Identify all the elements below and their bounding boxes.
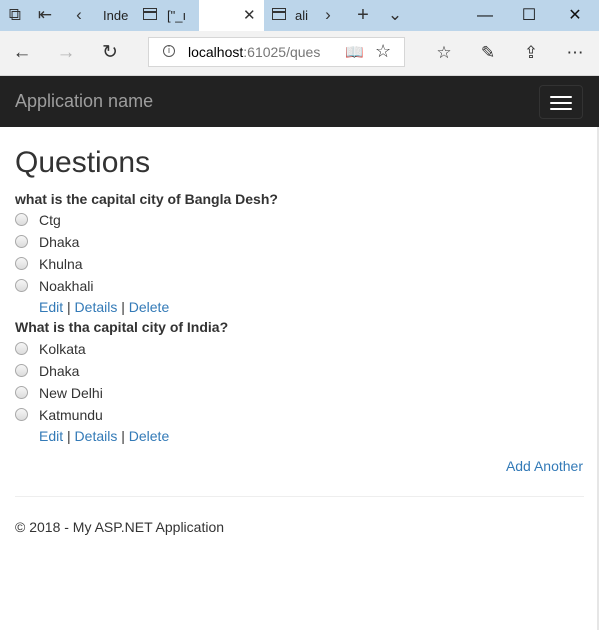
radio-button[interactable] — [15, 408, 28, 421]
tab-label: ["_ı — [167, 8, 187, 23]
radio-button[interactable] — [15, 235, 28, 248]
radio-button[interactable] — [15, 213, 28, 226]
option-label: New Delhi — [39, 385, 103, 401]
edit-link[interactable]: Edit — [39, 428, 63, 444]
scroll-tabs-left-icon[interactable]: ‹ — [68, 5, 90, 25]
scroll-tabs-right-icon[interactable]: › — [317, 5, 339, 25]
option-label: Noakhali — [39, 278, 94, 294]
question-actions: Edit | Details | Delete — [39, 428, 169, 444]
share-icon[interactable]: ⇪ — [518, 41, 544, 65]
link-separator: | — [121, 428, 125, 444]
browser-tab-strip: ⧉ ⇤ ‹ Inde ["_ı ✕ ali › + ⌄ — ☐ ✕ — [0, 0, 599, 31]
option-label: Khulna — [39, 256, 83, 272]
web-note-icon[interactable]: ✎ — [475, 41, 501, 65]
footer-text: © 2018 - My ASP.NET Application — [15, 519, 225, 535]
set-tabs-aside-icon[interactable]: ⇤ — [34, 5, 56, 25]
option-label: Ctg — [39, 212, 61, 228]
minimize-icon[interactable]: — — [463, 0, 507, 31]
site-info-icon[interactable]: i — [163, 45, 175, 57]
link-separator: | — [67, 299, 71, 315]
question-text: what is the capital city of Bangla Desh? — [15, 191, 278, 207]
page-icon — [143, 8, 157, 20]
menu-toggle-button[interactable] — [539, 85, 583, 119]
more-icon[interactable]: ⋯ — [562, 41, 588, 65]
option-label: Kolkata — [39, 341, 86, 357]
edit-link[interactable]: Edit — [39, 299, 63, 315]
radio-button[interactable] — [15, 364, 28, 377]
page-icon — [272, 8, 286, 20]
tab-json[interactable]: ["_ı — [137, 0, 199, 31]
hamburger-bar — [550, 108, 572, 110]
link-separator: | — [121, 299, 125, 315]
url-text[interactable]: localhost:61025/ques — [188, 44, 320, 60]
option-label: Katmundu — [39, 407, 103, 423]
tab-ali[interactable]: ali — [266, 0, 312, 31]
url-host: localhost — [188, 44, 244, 60]
question-text: What is tha capital city of India? — [15, 319, 229, 335]
close-tab-icon[interactable]: ✕ — [243, 6, 256, 24]
radio-button[interactable] — [15, 342, 28, 355]
browser-toolbar: ← → ↻ i localhost:61025/ques 📖 ☆ ☆ ✎ ⇪ ⋯ — [0, 31, 599, 76]
add-another-link[interactable]: Add Another — [506, 458, 583, 474]
details-link[interactable]: Details — [75, 428, 118, 444]
footer-divider — [15, 496, 584, 497]
tab-active[interactable]: ✕ — [199, 0, 264, 31]
radio-button[interactable] — [15, 279, 28, 292]
close-window-icon[interactable]: ✕ — [553, 0, 597, 31]
reading-view-icon[interactable]: 📖 — [345, 43, 364, 61]
maximize-icon[interactable]: ☐ — [507, 0, 551, 31]
chevron-down-icon[interactable]: ⌄ — [384, 5, 406, 25]
option-label: Dhaka — [39, 363, 80, 379]
page-title: Questions — [15, 146, 151, 179]
refresh-icon[interactable]: ↻ — [96, 41, 124, 65]
url-path: :61025/ques — [243, 44, 321, 60]
question-actions: Edit | Details | Delete — [39, 299, 169, 315]
radio-button[interactable] — [15, 386, 28, 399]
tab-label: ali — [295, 8, 309, 23]
hamburger-bar — [550, 96, 572, 98]
tab-preview-icon[interactable]: ⧉ — [4, 5, 26, 25]
tab-index[interactable]: Inde — [97, 0, 133, 31]
link-separator: | — [67, 428, 71, 444]
forward-icon[interactable]: → — [52, 41, 80, 65]
address-bar[interactable]: i localhost:61025/ques 📖 ☆ — [148, 37, 405, 67]
radio-button[interactable] — [15, 257, 28, 270]
option-label: Dhaka — [39, 234, 80, 250]
tab-label: Inde — [103, 8, 129, 23]
brand-link[interactable]: Application name — [15, 91, 153, 112]
favorite-star-icon[interactable]: ☆ — [375, 41, 391, 62]
new-tab-icon[interactable]: + — [352, 5, 374, 25]
details-link[interactable]: Details — [75, 299, 118, 315]
app-navbar: Application name — [0, 76, 599, 127]
delete-link[interactable]: Delete — [129, 428, 169, 444]
hamburger-bar — [550, 102, 572, 104]
back-icon[interactable]: ← — [8, 41, 36, 65]
favorites-icon[interactable]: ☆ — [431, 41, 457, 65]
delete-link[interactable]: Delete — [129, 299, 169, 315]
